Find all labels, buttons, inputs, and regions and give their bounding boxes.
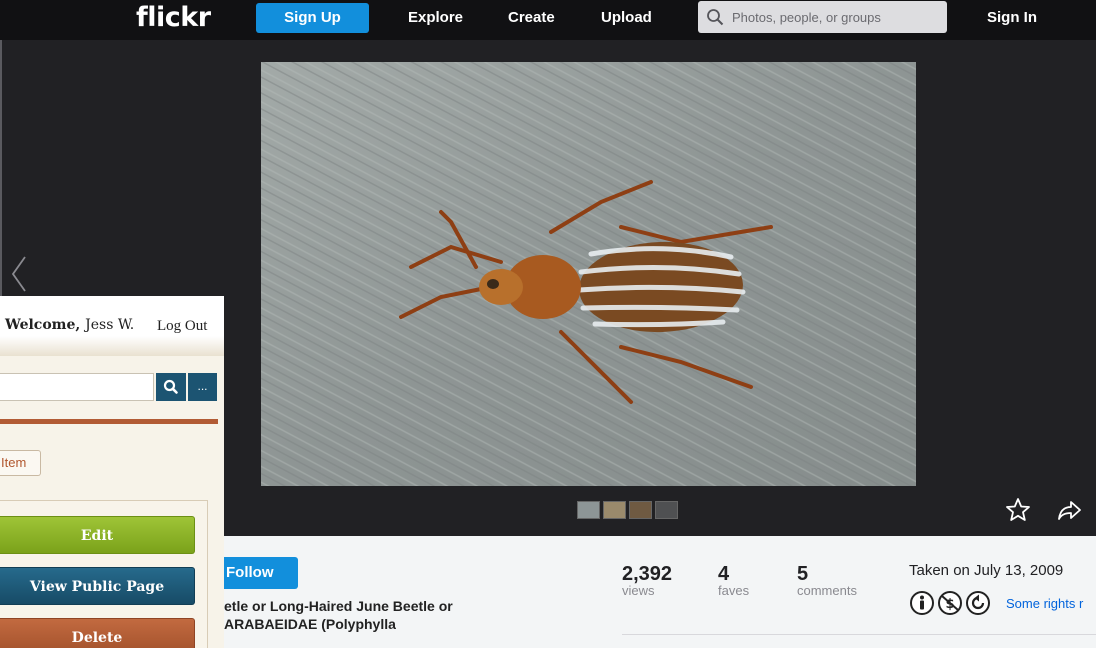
view-public-page-button[interactable]: View Public Page (0, 567, 195, 605)
taken-date: Taken on July 13, 2009 (909, 562, 1064, 579)
previous-photo-chevron-icon[interactable] (10, 254, 28, 294)
license-icons: $ (909, 590, 991, 616)
magnifier-icon (163, 379, 178, 394)
flickr-logo[interactable]: flickr (136, 2, 211, 33)
admin-panel-overlay: Welcome, Jess W. Log Out ... Item Edit V… (0, 296, 224, 648)
beetle-photo[interactable] (261, 62, 916, 486)
new-item-button[interactable]: Item (0, 450, 41, 476)
nav-explore-link[interactable]: Explore (408, 9, 463, 26)
welcome-bar-shade (0, 336, 224, 356)
edit-button[interactable]: Edit (0, 516, 195, 554)
views-label: views (622, 583, 655, 598)
thumbnail[interactable] (655, 501, 678, 519)
search-input[interactable] (732, 5, 938, 29)
sign-up-button[interactable]: Sign Up (256, 3, 369, 33)
welcome-bar: Welcome, Jess W. Log Out (0, 296, 224, 356)
star-outline-icon[interactable] (1005, 497, 1031, 523)
photo-title-continued: ARABAEIDAE (Polyphylla (224, 616, 396, 632)
sign-in-link[interactable]: Sign In (987, 9, 1037, 26)
photo-thumbnail-strip (577, 501, 678, 519)
info-divider (622, 634, 1096, 635)
welcome-message: Welcome, Jess W. (5, 317, 134, 333)
welcome-username: Jess W. (85, 317, 135, 333)
nav-upload-link[interactable]: Upload (601, 9, 652, 26)
log-out-link[interactable]: Log Out (157, 318, 207, 335)
some-rights-reserved-link[interactable]: Some rights r (1006, 596, 1083, 611)
top-navigation-bar: flickr Sign Up Explore Create Upload Sig… (0, 0, 1096, 40)
cc-sharealike-icon[interactable] (965, 590, 991, 616)
panel-more-button[interactable]: ... (188, 373, 217, 401)
panel-search-button[interactable] (156, 373, 186, 401)
photo-title: etle or Long-Haired June Beetle or (224, 598, 453, 614)
delete-button[interactable]: Delete (0, 618, 195, 648)
follow-button[interactable]: Follow (224, 557, 298, 589)
thumbnail[interactable] (603, 501, 626, 519)
welcome-prefix: Welcome, (5, 317, 81, 333)
share-arrow-icon[interactable] (1056, 497, 1082, 523)
nav-create-link[interactable]: Create (508, 9, 555, 26)
search-box[interactable] (698, 1, 947, 33)
faves-label: faves (718, 583, 750, 598)
thumbnail[interactable] (629, 501, 652, 519)
cc-noncommercial-icon[interactable]: $ (937, 590, 963, 616)
search-icon[interactable] (706, 8, 724, 26)
thumbnail[interactable] (577, 501, 600, 519)
comments-label: comments (797, 583, 857, 598)
cc-by-icon[interactable] (909, 590, 935, 616)
panel-divider (0, 419, 218, 424)
stage-left-edge (0, 40, 2, 296)
panel-search-input[interactable] (0, 373, 154, 401)
